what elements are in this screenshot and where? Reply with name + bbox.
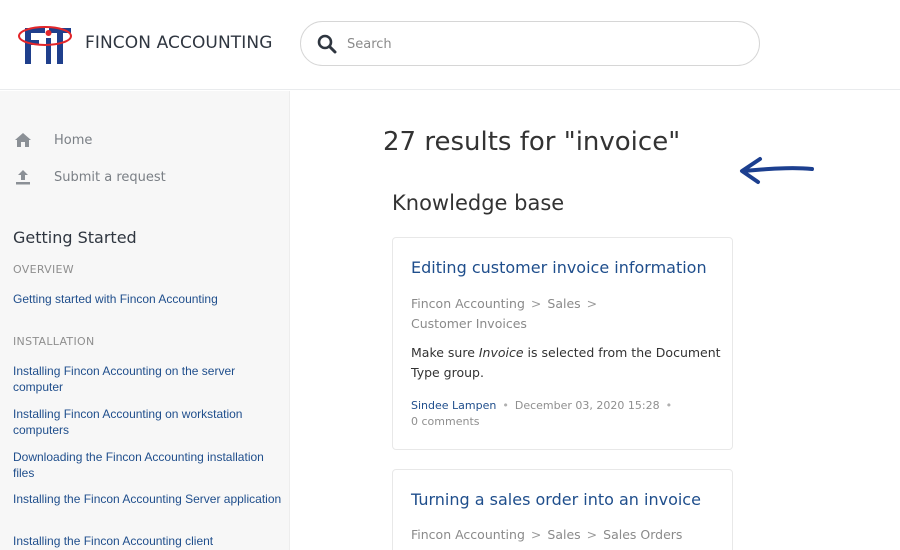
sidebar-link[interactable]: Installing Fincon Accounting on the serv… [13, 363, 283, 395]
result-card: Turning a sales order into an invoice Fi… [392, 469, 733, 550]
breadcrumb-separator: > [586, 296, 598, 311]
home-icon [15, 133, 31, 147]
meta-separator: • [665, 399, 673, 412]
article-meta: Sindee Lampen • December 03, 2020 15:28 • 0… [411, 398, 721, 430]
sidebar-heading: Getting Started [13, 228, 137, 247]
sidebar: Home Submit a request Getting Started OV… [0, 91, 290, 550]
snippet-highlight: Invoice [478, 345, 524, 360]
breadcrumb-item[interactable]: Fincon Accounting [411, 296, 525, 311]
search-box[interactable] [300, 21, 760, 66]
search-input[interactable] [347, 32, 737, 56]
breadcrumb-item[interactable]: Sales [547, 296, 580, 311]
comment-count: 0 comments [411, 415, 480, 428]
sidebar-link[interactable]: Installing the Fincon Accounting Server … [13, 491, 283, 507]
results-title: 27 results for "invoice" [383, 127, 681, 157]
breadcrumb-item[interactable]: Sales [547, 527, 580, 542]
nav-submit-request[interactable]: Submit a request [14, 167, 166, 187]
sidebar-link[interactable]: Downloading the Fincon Accounting instal… [13, 449, 283, 481]
section-installation: INSTALLATION [13, 335, 95, 348]
snippet-text: Make sure [411, 345, 479, 360]
article-date: December 03, 2020 15:28 [514, 399, 660, 412]
arrow-left-icon [740, 157, 814, 184]
meta-separator: • [502, 399, 509, 412]
section-overview: OVERVIEW [13, 263, 74, 276]
breadcrumb-separator: > [530, 527, 542, 542]
author-link[interactable]: Sindee Lampen [411, 399, 496, 412]
sidebar-link[interactable]: Getting started with Fincon Accounting [13, 291, 283, 307]
article-snippet: Make sure Invoice is selected from the D… [411, 343, 721, 383]
header: FINCON ACCOUNTING [0, 0, 900, 90]
nav-submit-label: Submit a request [54, 169, 166, 185]
search-icon[interactable] [317, 34, 337, 54]
breadcrumb: Fincon Accounting > Sales > Customer Invoic… [411, 294, 721, 334]
breadcrumb-separator: > [530, 296, 542, 311]
breadcrumb-item[interactable]: Sales Orders [603, 527, 682, 542]
article-title-link[interactable]: Turning a sales order into an invoice [411, 490, 701, 509]
brand-name[interactable]: FINCON ACCOUNTING [85, 33, 272, 53]
sidebar-link[interactable]: Installing the Fincon Accounting client [13, 533, 283, 549]
nav-home-label: Home [54, 132, 93, 148]
article-title-link[interactable]: Editing customer invoice information [411, 258, 707, 277]
knowledge-base-heading: Knowledge base [392, 191, 565, 215]
breadcrumb: Fincon Accounting > Sales > Sales Orders [411, 525, 721, 545]
nav-home[interactable]: Home [14, 130, 92, 150]
result-card: Editing customer invoice information Fin… [392, 237, 733, 450]
sidebar-link[interactable]: Installing Fincon Accounting on workstat… [13, 406, 283, 438]
main-content: 27 results for "invoice" Knowledge base … [291, 91, 900, 550]
breadcrumb-separator: > [586, 527, 598, 542]
fincon-logo[interactable] [17, 22, 75, 66]
upload-icon [16, 170, 30, 185]
breadcrumb-item[interactable]: Customer Invoices [411, 316, 527, 331]
breadcrumb-item[interactable]: Fincon Accounting [411, 527, 525, 542]
